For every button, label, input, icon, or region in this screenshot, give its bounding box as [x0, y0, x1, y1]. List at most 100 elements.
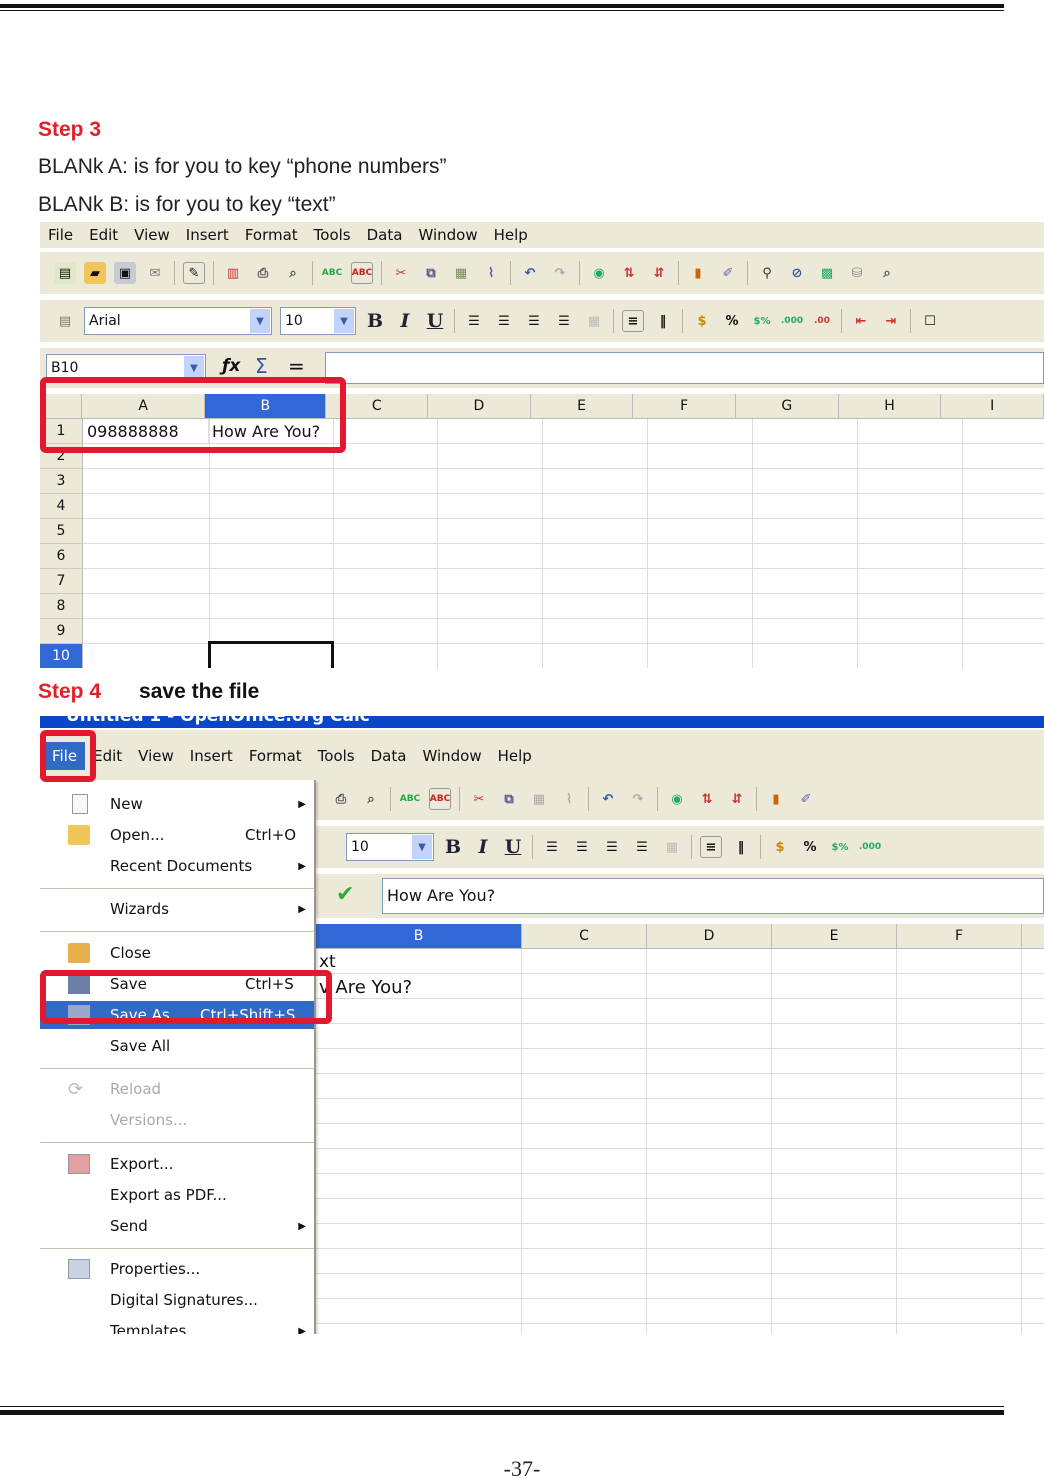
- align-center-icon[interactable]: ☰: [493, 310, 515, 332]
- column-header[interactable]: E: [772, 924, 897, 948]
- currency-icon[interactable]: $: [769, 836, 791, 858]
- bold-icon[interactable]: B: [364, 310, 386, 332]
- cell-b2-partial[interactable]: v Are You?: [316, 975, 516, 1001]
- borders-icon[interactable]: ☐: [919, 310, 941, 332]
- menu-item-digital-signatures[interactable]: Digital Signatures...: [40, 1286, 314, 1314]
- menu-item-open[interactable]: Open... Ctrl+O: [40, 821, 314, 849]
- text-direction-ttb-icon[interactable]: ‖: [652, 310, 674, 332]
- justify-icon[interactable]: ☰: [553, 310, 575, 332]
- chart-icon[interactable]: ▮: [687, 262, 709, 284]
- email-icon[interactable]: ✉: [144, 262, 166, 284]
- row-header[interactable]: 7: [40, 569, 83, 594]
- save-icon[interactable]: ▣: [114, 262, 136, 284]
- draw-functions-icon[interactable]: ✐: [717, 262, 739, 284]
- column-header[interactable]: E: [531, 394, 634, 418]
- justify-icon[interactable]: ☰: [631, 836, 653, 858]
- menu-format[interactable]: Format: [241, 747, 310, 765]
- menu-edit[interactable]: Edit: [81, 226, 126, 244]
- menu-item-new[interactable]: New ▶: [40, 790, 314, 818]
- percent-icon[interactable]: %: [799, 836, 821, 858]
- menu-window[interactable]: Window: [410, 226, 485, 244]
- italic-icon[interactable]: I: [394, 310, 416, 332]
- column-header[interactable]: C: [522, 924, 647, 948]
- active-cell-b10[interactable]: [208, 641, 334, 668]
- menu-item-properties[interactable]: Properties...: [40, 1255, 314, 1283]
- increase-indent-icon[interactable]: ⇥: [880, 310, 902, 332]
- text-direction-ltr-icon[interactable]: ≡: [622, 310, 644, 332]
- align-right-icon[interactable]: ☰: [523, 310, 545, 332]
- menu-item-send[interactable]: Send ▶: [40, 1212, 314, 1240]
- add-decimal-icon[interactable]: .000: [859, 836, 881, 858]
- menu-item-export[interactable]: Export...: [40, 1150, 314, 1178]
- column-header[interactable]: B: [316, 924, 522, 948]
- underline-icon[interactable]: U: [502, 836, 524, 858]
- menu-insert[interactable]: Insert: [178, 226, 237, 244]
- styles-icon[interactable]: ▤: [54, 310, 76, 332]
- font-name-combo[interactable]: Arial ▼: [84, 307, 272, 335]
- row-header[interactable]: 4: [40, 494, 83, 519]
- draw-functions-icon[interactable]: ✐: [795, 788, 817, 810]
- delete-decimal-icon[interactable]: .00: [811, 310, 833, 332]
- sort-descending-icon[interactable]: ⇵: [726, 788, 748, 810]
- page-preview-icon[interactable]: ⌕: [360, 788, 382, 810]
- sort-descending-icon[interactable]: ⇵: [648, 262, 670, 284]
- column-header[interactable]: H: [839, 394, 942, 418]
- format-paintbrush-icon[interactable]: ⌇: [558, 788, 580, 810]
- percent-icon[interactable]: %: [721, 310, 743, 332]
- undo-icon[interactable]: ↶: [597, 788, 619, 810]
- menu-item-close[interactable]: Close: [40, 939, 314, 967]
- column-header[interactable]: D: [428, 394, 531, 418]
- gallery-icon[interactable]: ▩: [816, 262, 838, 284]
- print-icon[interactable]: ⎙: [330, 788, 352, 810]
- standard-format-icon[interactable]: $%: [751, 310, 773, 332]
- menu-data[interactable]: Data: [363, 747, 415, 765]
- undo-icon[interactable]: ↶: [519, 262, 541, 284]
- menu-file[interactable]: File: [40, 226, 81, 244]
- menu-item-export-pdf[interactable]: Export as PDF...: [40, 1181, 314, 1209]
- currency-icon[interactable]: $: [691, 310, 713, 332]
- cell-b1-partial[interactable]: xt: [316, 950, 516, 974]
- text-direction-ttb-icon[interactable]: ‖: [730, 836, 752, 858]
- row-header[interactable]: 3: [40, 469, 83, 494]
- edit-file-icon[interactable]: ✎: [183, 262, 205, 284]
- menu-item-save-all[interactable]: Save All: [40, 1032, 314, 1060]
- formula-input[interactable]: [325, 352, 1044, 384]
- column-header[interactable]: F: [633, 394, 737, 418]
- hyperlink-icon[interactable]: ◉: [588, 262, 610, 284]
- chart-icon[interactable]: ▮: [765, 788, 787, 810]
- sort-ascending-icon[interactable]: ⇅: [696, 788, 718, 810]
- column-header[interactable]: D: [647, 924, 772, 948]
- menu-tools[interactable]: Tools: [310, 747, 363, 765]
- export-pdf-icon[interactable]: ▥: [222, 262, 244, 284]
- cut-icon[interactable]: ✂: [390, 262, 412, 284]
- chevron-down-icon[interactable]: ▼: [250, 309, 270, 333]
- menu-insert[interactable]: Insert: [182, 747, 241, 765]
- print-icon[interactable]: ⎙: [252, 262, 274, 284]
- spellcheck-icon[interactable]: ABC: [399, 788, 421, 810]
- row-header-selected[interactable]: 10: [40, 644, 83, 668]
- align-left-icon[interactable]: ☰: [541, 836, 563, 858]
- menu-item-recent-documents[interactable]: Recent Documents ▶: [40, 852, 314, 880]
- menu-view[interactable]: View: [130, 747, 182, 765]
- function-wizard-icon[interactable]: ƒx: [222, 356, 240, 376]
- font-size-combo[interactable]: 10 ▼: [346, 833, 434, 861]
- bold-icon[interactable]: B: [442, 836, 464, 858]
- new-icon[interactable]: ▤: [54, 262, 76, 284]
- standard-format-icon[interactable]: $%: [829, 836, 851, 858]
- redo-icon[interactable]: ↷: [627, 788, 649, 810]
- menu-help[interactable]: Help: [486, 226, 536, 244]
- align-center-icon[interactable]: ☰: [571, 836, 593, 858]
- decrease-indent-icon[interactable]: ⇤: [850, 310, 872, 332]
- chevron-down-icon[interactable]: ▼: [334, 309, 354, 333]
- menu-item-wizards[interactable]: Wizards ▶: [40, 895, 314, 923]
- formula-input[interactable]: How Are You?: [382, 878, 1044, 914]
- find-icon[interactable]: ⚲: [756, 262, 778, 284]
- italic-icon[interactable]: I: [472, 836, 494, 858]
- spellcheck-icon[interactable]: ABC: [321, 262, 343, 284]
- open-icon[interactable]: ▰: [84, 262, 106, 284]
- sum-icon[interactable]: Σ: [255, 354, 268, 378]
- sort-ascending-icon[interactable]: ⇅: [618, 262, 640, 284]
- navigator-icon[interactable]: ⊘: [786, 262, 808, 284]
- align-left-icon[interactable]: ☰: [463, 310, 485, 332]
- accept-checkmark-icon[interactable]: ✔: [336, 882, 354, 907]
